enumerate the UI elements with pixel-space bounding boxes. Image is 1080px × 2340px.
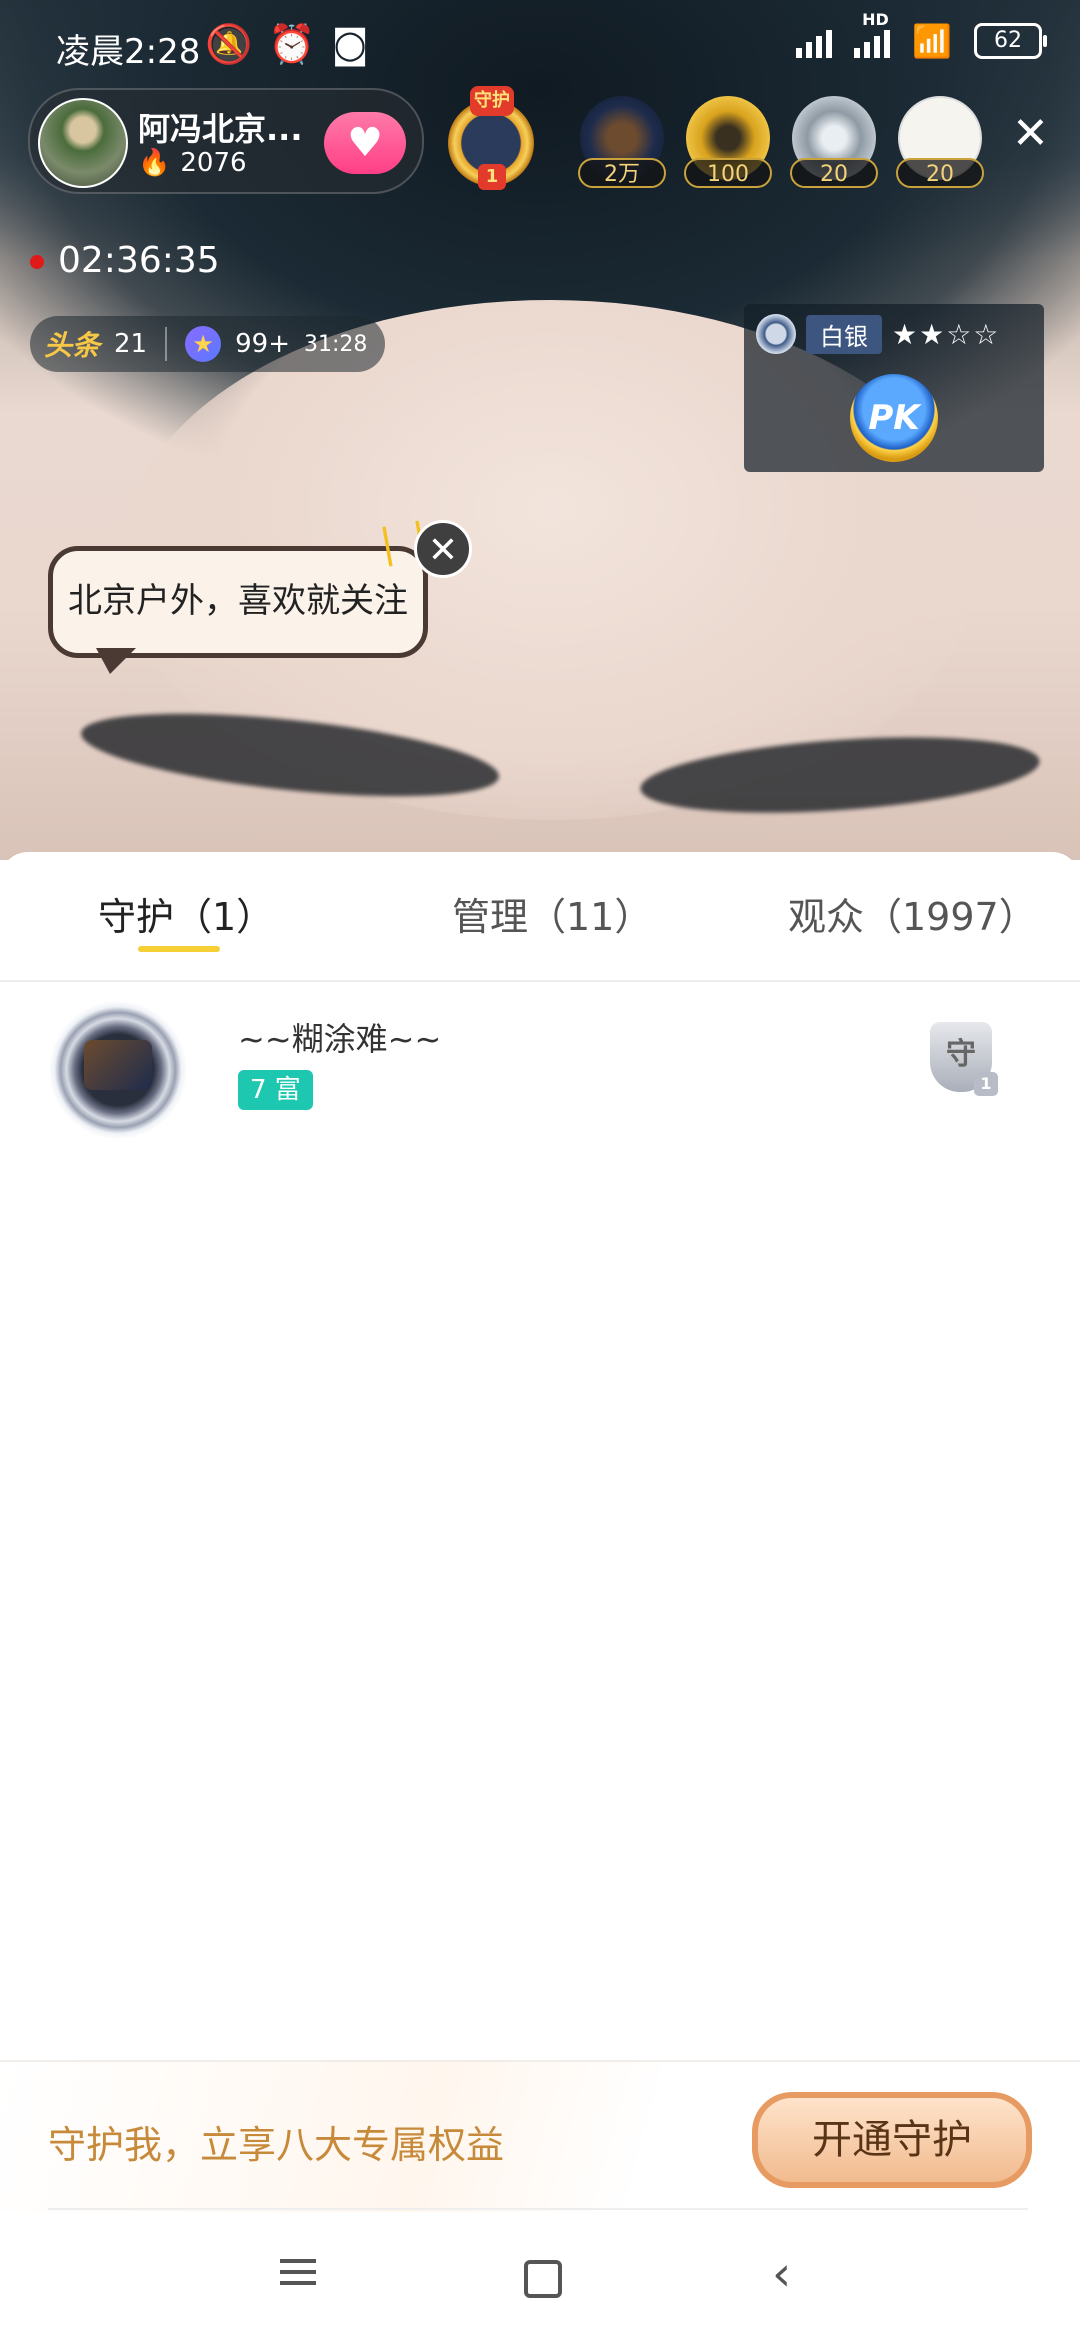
status-time: 凌晨2:28 [56, 32, 201, 72]
open-guard-button[interactable]: 开通守护 [752, 2092, 1032, 2188]
live-timer: 02:36:35 [30, 240, 220, 281]
viewer-count: 20 [790, 158, 878, 188]
flame-icon: 🔥 [138, 148, 171, 178]
top-viewer-1[interactable]: 2万 [578, 96, 666, 192]
wifi-icon: 📶 [912, 22, 952, 60]
guard-shield-icon: 守 1 [930, 1022, 998, 1096]
signal-icon [796, 24, 833, 58]
star-count: 99+ [235, 329, 290, 359]
follow-hint-bubble[interactable]: 北京户外，喜欢就关注 [48, 546, 428, 658]
avatar-image [84, 1040, 152, 1090]
tab-audience[interactable]: 观众（1997） [788, 886, 1037, 941]
user-name: ~~糊涂难~~ [238, 1020, 442, 1058]
close-icon[interactable]: ✕ [1012, 112, 1049, 156]
headline-label: 头条 [44, 329, 101, 362]
host-avatar[interactable] [38, 98, 128, 188]
battery-icon: 62 [974, 23, 1047, 59]
host-name: 阿冯北京... [138, 110, 303, 148]
status-bar: 凌晨2:28 🔕 ⏰ ◙ HD 📶 62 [0, 0, 1080, 92]
star-icon: ★ [185, 326, 222, 362]
headline-count: 21 [114, 329, 148, 359]
viewer-count: 2万 [578, 158, 666, 188]
home-icon[interactable] [524, 2260, 562, 2298]
list-item[interactable]: ~~糊涂难~~ 7 富 守 1 [0, 1000, 1080, 1140]
pk-panel[interactable]: 白银 ★★☆☆ PK [744, 304, 1044, 472]
pk-button[interactable]: PK [850, 374, 938, 462]
host-heat: 🔥 2076 [138, 148, 247, 178]
alarm-icon: ⏰ [268, 22, 316, 66]
guard-promo-bar: 守护我，立享八大专属权益 开通守护 [0, 2060, 1080, 2212]
status-icons-right: HD 📶 62 [796, 10, 1047, 60]
heart-icon: ♥ [347, 120, 383, 166]
tab-guard[interactable]: 守护（1） [98, 886, 274, 941]
tab-active-indicator [138, 946, 220, 952]
app-notification-icon: ◙ [331, 22, 369, 66]
avatar[interactable] [48, 1000, 188, 1140]
tab-manage[interactable]: 管理（11） [452, 886, 652, 941]
signal-hd-icon: HD [854, 10, 891, 58]
follow-button[interactable]: ♥ [324, 112, 406, 174]
stats-chips[interactable]: 头条 21 ★ 99+ 31:28 [30, 316, 386, 372]
star-time: 31:28 [303, 331, 368, 357]
status-icons-left: 🔕 ⏰ ◙ [205, 22, 369, 67]
pk-rank: 白银 ★★☆☆ [756, 312, 1000, 356]
system-nav-bar: ‹ [0, 2212, 1080, 2340]
guard-rank-badge[interactable]: 守护 1 [440, 86, 542, 190]
pk-tier: 白银 [806, 314, 882, 354]
top-viewer-2[interactable]: 100 [684, 96, 772, 192]
viewer-count: 100 [684, 158, 772, 188]
viewer-count: 20 [896, 158, 984, 188]
bell-off-icon: 🔕 [205, 22, 253, 66]
bubble-tail [96, 648, 136, 674]
menu-icon[interactable] [280, 2252, 316, 2292]
sheet-tabs: 守护（1） 管理（11） 观众（1997） [0, 852, 1080, 982]
divider [48, 2208, 1028, 2210]
bubble-close-icon[interactable]: ✕ [414, 520, 472, 578]
top-viewer-4[interactable]: 20 [896, 96, 984, 192]
back-icon[interactable]: ‹ [772, 2250, 791, 2298]
chip-divider [165, 327, 168, 361]
guard-badge-rank: 1 [478, 164, 506, 190]
top-viewer-3[interactable]: 20 [790, 96, 878, 192]
guard-badge-label: 守护 [470, 86, 514, 116]
live-dot-icon [30, 255, 44, 269]
promo-text: 守护我，立享八大专属权益 [48, 2123, 505, 2167]
silver-medal-icon [756, 314, 796, 354]
pk-stars: ★★☆☆ [892, 317, 1001, 351]
wealth-level-badge: 7 富 [238, 1070, 313, 1110]
guard-shield-level: 1 [974, 1072, 998, 1096]
